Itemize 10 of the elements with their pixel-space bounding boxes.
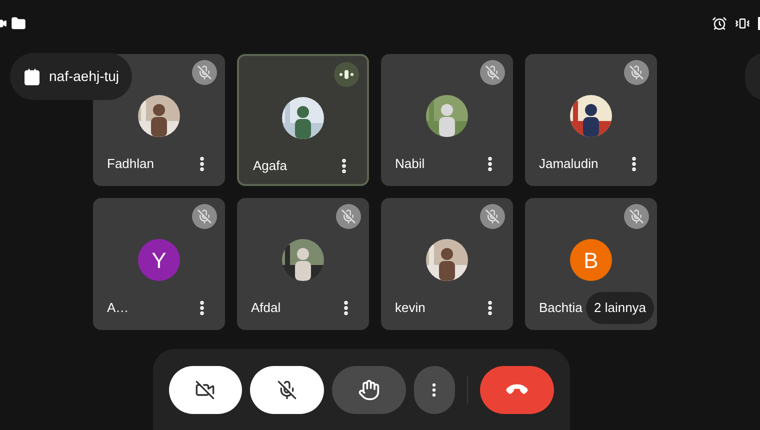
participant-name: Jamaludin	[539, 155, 598, 174]
participant-name: Agafa	[253, 157, 287, 176]
participant-name: kevin	[395, 299, 426, 318]
avatar-initial: B	[570, 239, 612, 281]
participant-name: Bachtia	[539, 299, 582, 318]
participant-name: A…	[107, 299, 129, 318]
participant-name: Fadhlan	[107, 155, 154, 174]
avatar-initial: Y	[138, 239, 180, 281]
participant-name: Nabil	[395, 155, 425, 174]
participant-name: Afdal	[251, 299, 281, 318]
